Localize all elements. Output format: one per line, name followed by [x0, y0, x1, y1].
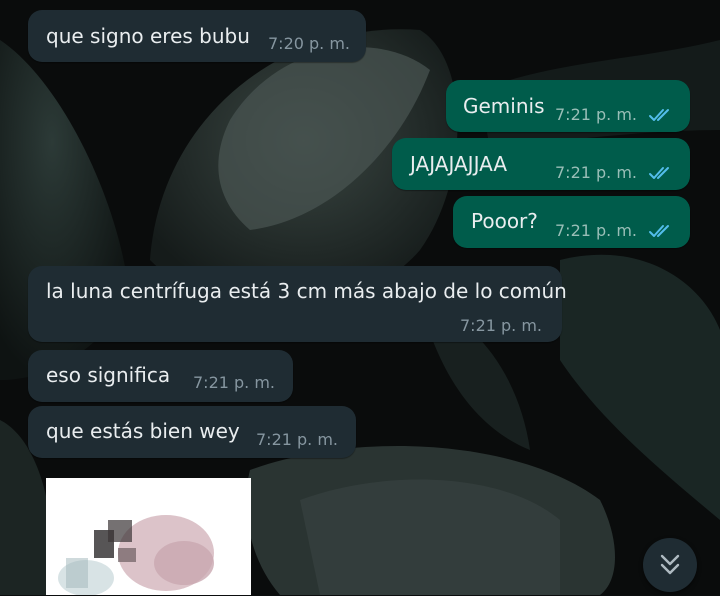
outgoing-message[interactable]: Geminis 7:21 p. m.: [446, 80, 690, 132]
message-time: 7:21 p. m.: [555, 105, 638, 124]
double-check-icon: [649, 109, 669, 121]
image-message-thumbnail[interactable]: [46, 478, 251, 595]
message-time: 7:20 p. m.: [268, 34, 351, 53]
outgoing-message[interactable]: Pooor? 7:21 p. m.: [453, 196, 690, 248]
message-time: 7:21 p. m.: [256, 430, 339, 449]
incoming-message[interactable]: eso significa 7:21 p. m.: [28, 350, 293, 402]
message-text: que signo eres bubu: [46, 24, 250, 48]
chat-conversation: que signo eres bubu 7:20 p. m. Geminis 7…: [0, 0, 720, 595]
message-text: eso significa: [46, 363, 171, 387]
message-text: Pooor?: [471, 209, 538, 233]
message-text: JAJAJAJJAA: [410, 152, 508, 176]
message-time: 7:21 p. m.: [555, 163, 638, 182]
blurred-photo: [46, 478, 251, 595]
incoming-message[interactable]: que signo eres bubu 7:20 p. m.: [28, 10, 366, 62]
outgoing-message[interactable]: JAJAJAJJAA 7:21 p. m.: [392, 138, 690, 190]
message-text: la luna centrífuga está 3 cm más abajo d…: [46, 279, 567, 303]
message-time: 7:21 p. m.: [460, 316, 543, 335]
scroll-to-bottom-button[interactable]: [643, 538, 697, 592]
message-text: Geminis: [463, 94, 545, 118]
incoming-message[interactable]: la luna centrífuga está 3 cm más abajo d…: [28, 266, 567, 342]
message-time: 7:21 p. m.: [193, 373, 276, 392]
message-time: 7:21 p. m.: [555, 221, 638, 240]
message-text: que estás bien wey: [46, 419, 240, 443]
double-check-icon: [649, 167, 669, 179]
incoming-message[interactable]: que estás bien wey 7:21 p. m.: [28, 406, 356, 458]
double-check-icon: [649, 225, 669, 237]
chevron-double-down-icon: [660, 554, 680, 575]
